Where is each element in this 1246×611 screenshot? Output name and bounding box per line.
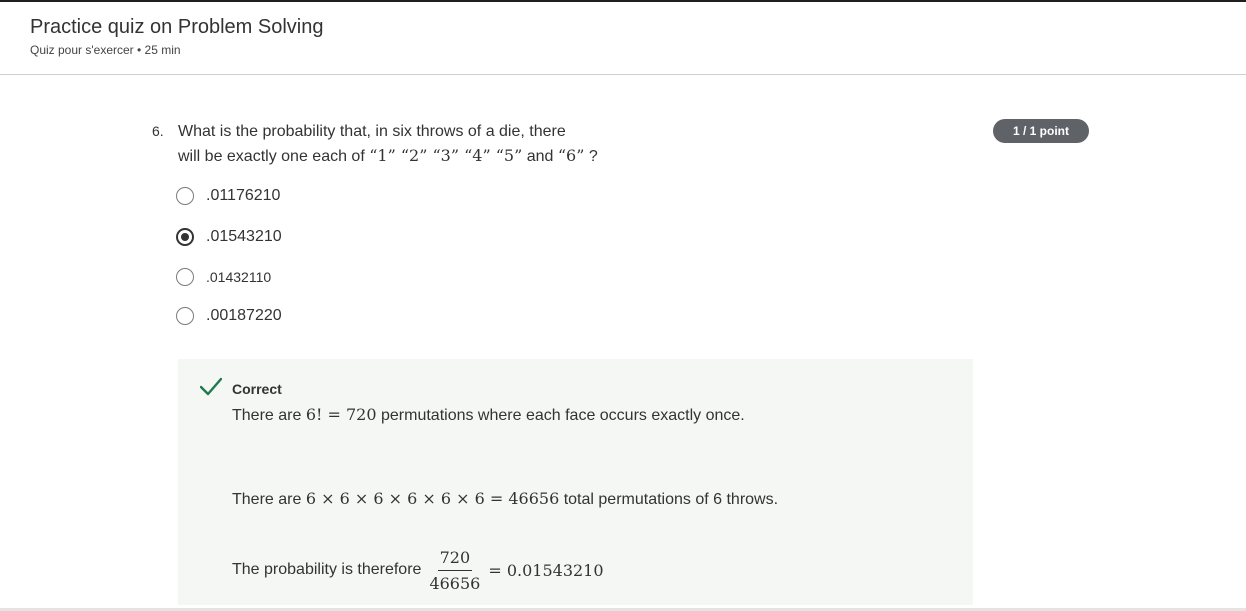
feedback-panel: Correct There are 6! = 720 permutations … bbox=[178, 359, 973, 605]
math-expression: 6 × 6 × 6 × 6 × 6 × 6 = 46656 bbox=[305, 489, 560, 508]
check-icon bbox=[200, 377, 222, 396]
explanation-text: permutations where each face occurs exac… bbox=[376, 407, 745, 424]
radio-button[interactable] bbox=[176, 307, 194, 325]
explanation-text: There are bbox=[232, 491, 306, 508]
feedback-status: Correct bbox=[232, 381, 282, 397]
answer-option-label: .00187220 bbox=[206, 307, 282, 324]
question-line-2: will be exactly one each of “1” “2” “3” … bbox=[178, 144, 648, 169]
question-number: 6. bbox=[152, 123, 164, 139]
explanation-line-3: The probability is therefore 720 46656 =… bbox=[232, 547, 604, 593]
answer-option-1[interactable]: .01176210 bbox=[176, 185, 280, 207]
explanation-line-1: There are 6! = 720 permutations where ea… bbox=[232, 405, 745, 425]
quiz-subtitle: Quiz pour s'exercer • 25 min bbox=[30, 43, 181, 57]
answer-option-2[interactable]: .01543210 bbox=[176, 226, 282, 248]
answer-option-4[interactable]: .00187220 bbox=[176, 305, 282, 327]
explanation-line-2: There are 6 × 6 × 6 × 6 × 6 × 6 = 46656 … bbox=[232, 489, 778, 509]
explanation-text: total permutations of 6 throws. bbox=[559, 491, 779, 508]
radio-button-selected[interactable] bbox=[176, 228, 194, 246]
explanation-text: There are bbox=[232, 407, 306, 424]
answer-option-3[interactable]: .01432110 bbox=[176, 266, 271, 288]
fraction-denominator: 46656 bbox=[429, 573, 481, 593]
answer-option-label: .01543210 bbox=[206, 228, 282, 245]
question-line-2-prefix: will be exactly one each of bbox=[178, 148, 370, 165]
probability-result: = 0.01543210 bbox=[488, 560, 604, 580]
points-badge: 1 / 1 point bbox=[993, 119, 1089, 143]
fraction-numerator: 720 bbox=[437, 548, 473, 571]
answer-option-label: .01176210 bbox=[206, 187, 281, 204]
explanation-text: The probability is therefore bbox=[232, 561, 422, 578]
radio-button[interactable] bbox=[176, 187, 194, 205]
quiz-header: Practice quiz on Problem Solving Quiz po… bbox=[0, 2, 1246, 75]
question-faces: “1” “2” “3” “4” “5” bbox=[369, 146, 523, 165]
math-expression: 6! = 720 bbox=[305, 405, 377, 424]
question-last-face: “6” bbox=[557, 146, 585, 165]
answer-option-label: .01432110 bbox=[206, 269, 272, 285]
question-line-1: What is the probability that, in six thr… bbox=[178, 123, 566, 140]
fraction: 720 46656 bbox=[429, 548, 480, 593]
question-text: What is the probability that, in six thr… bbox=[178, 120, 648, 169]
radio-button[interactable] bbox=[176, 268, 194, 286]
question-suffix: ? bbox=[584, 148, 598, 165]
question-and: and bbox=[522, 148, 558, 165]
page-title: Practice quiz on Problem Solving bbox=[30, 16, 324, 38]
